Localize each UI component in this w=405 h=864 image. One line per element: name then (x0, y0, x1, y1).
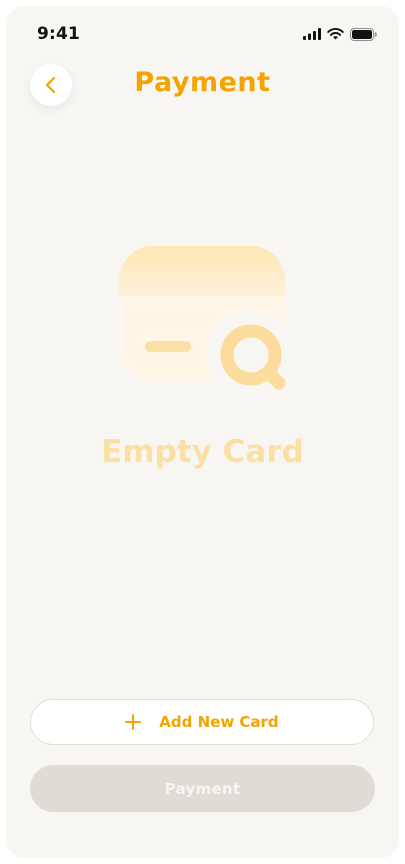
page-title: Payment (134, 67, 271, 98)
add-new-card-label: Add New Card (159, 713, 279, 731)
add-new-card-button[interactable]: Add New Card (30, 699, 374, 745)
signal-icon (303, 28, 321, 40)
status-bar: 9:41 (6, 6, 399, 62)
empty-state-label: Empty Card (101, 434, 304, 470)
plus-icon (125, 714, 142, 730)
wifi-icon (327, 28, 344, 40)
status-time: 9:41 (37, 24, 81, 44)
battery-icon (350, 27, 377, 41)
payment-button-label: Payment (164, 779, 241, 798)
phone-screen: 9:41 Payment Empty Card Add New Card Pay… (6, 6, 399, 858)
payment-button[interactable]: Payment (30, 765, 375, 812)
status-icons (303, 27, 377, 41)
card-search-icon (119, 246, 291, 394)
